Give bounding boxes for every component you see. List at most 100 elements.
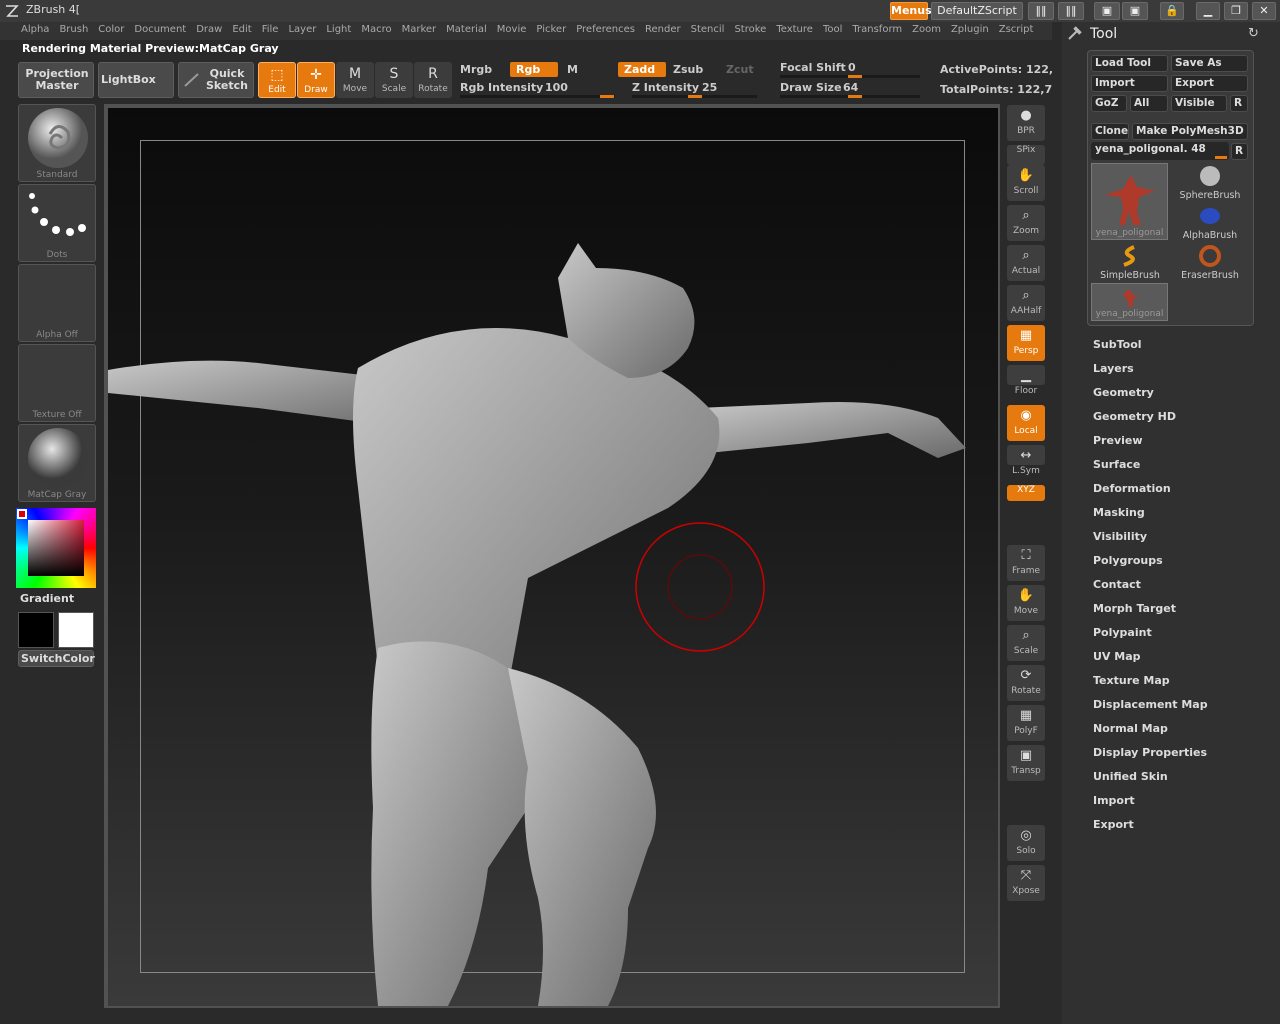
secondary-color-swatch[interactable]	[18, 612, 54, 648]
m-button[interactable]: M	[567, 63, 578, 76]
all-button[interactable]: All	[1130, 95, 1168, 112]
brush-selector[interactable]: Standard	[18, 104, 96, 182]
subpalette-import[interactable]: Import	[1093, 794, 1135, 807]
menu-macro[interactable]: Macro	[356, 22, 396, 40]
menu-marker[interactable]: Marker	[397, 22, 442, 40]
texture-selector[interactable]: Texture Off	[18, 344, 96, 422]
export-button[interactable]: Export	[1171, 75, 1248, 92]
menu-preferences[interactable]: Preferences	[571, 22, 640, 40]
default-zscript-button[interactable]: DefaultZScript	[931, 2, 1023, 20]
shelf-rotate-button[interactable]: ⟳ Rotate	[1007, 665, 1045, 701]
menu-layer[interactable]: Layer	[283, 22, 321, 40]
subpalette-unified-skin[interactable]: Unified Skin	[1093, 770, 1168, 783]
maximize-icon[interactable]: ❐	[1224, 2, 1248, 20]
creature-model-sculpt[interactable]	[108, 108, 998, 1006]
z-intensity-knob[interactable]	[688, 95, 702, 98]
alpha-selector[interactable]: Alpha Off	[18, 264, 96, 342]
menu-color[interactable]: Color	[93, 22, 129, 40]
document-canvas[interactable]	[108, 108, 998, 1006]
layout-right-icon[interactable]: ▣	[1122, 2, 1148, 20]
tool-r-button[interactable]: R	[1231, 143, 1248, 160]
eraser-brush-tool[interactable]: EraserBrush	[1172, 243, 1248, 281]
subpalette-polypaint[interactable]: Polypaint	[1093, 626, 1152, 639]
alpha-brush-tool[interactable]: AlphaBrush	[1172, 203, 1248, 241]
shelf-floor-button[interactable]: ▁ Floor	[1007, 365, 1045, 396]
zcut-button[interactable]: Zcut	[726, 63, 754, 76]
rgb-button[interactable]: Rgb	[510, 62, 558, 77]
menu-render[interactable]: Render	[640, 22, 686, 40]
make-polymesh-button[interactable]: Make PolyMesh3D	[1132, 123, 1248, 140]
draw-button[interactable]: ✛ Draw	[297, 62, 335, 98]
shelf-solo-button[interactable]: ◎ Solo	[1007, 825, 1045, 861]
menu-file[interactable]: File	[257, 22, 284, 40]
menu-tool[interactable]: Tool	[818, 22, 847, 40]
spacer-grip-icon[interactable]: ‖‖	[1028, 2, 1054, 20]
menu-movie[interactable]: Movie	[492, 22, 532, 40]
subpalette-layers[interactable]: Layers	[1093, 362, 1134, 375]
shelf-xpose-button[interactable]: ⤧ Xpose	[1007, 865, 1045, 901]
import-button[interactable]: Import	[1091, 75, 1168, 92]
layout-left-icon[interactable]: ▣	[1094, 2, 1120, 20]
menu-edit[interactable]: Edit	[227, 22, 256, 40]
zsub-button[interactable]: Zsub	[673, 63, 703, 76]
rgb-intensity-slider[interactable]	[460, 95, 615, 98]
subpalette-geometry[interactable]: Geometry	[1093, 386, 1154, 399]
close-icon[interactable]: ✕	[1252, 2, 1276, 20]
recent-tool-thumbnail[interactable]: yena_poligonal	[1091, 283, 1168, 321]
lock-icon[interactable]: 🔒	[1160, 2, 1184, 20]
edit-button[interactable]: ⬚ Edit	[258, 62, 296, 98]
menu-stroke[interactable]: Stroke	[729, 22, 771, 40]
scale-button[interactable]: S Scale	[375, 62, 413, 98]
rotate-button[interactable]: R Rotate	[414, 62, 452, 98]
shelf-l-sym-button[interactable]: ↔ L.Sym	[1007, 445, 1045, 476]
lightbox-button[interactable]: LightBox	[98, 62, 174, 98]
projection-master-button[interactable]: Projection Master	[18, 62, 94, 98]
save-as-button[interactable]: Save As	[1171, 55, 1248, 72]
menu-light[interactable]: Light	[321, 22, 356, 40]
menu-zscript[interactable]: Zscript	[994, 22, 1039, 40]
subpalette-visibility[interactable]: Visibility	[1093, 530, 1147, 543]
subpalette-geometry-hd[interactable]: Geometry HD	[1093, 410, 1176, 423]
subpalette-morph-target[interactable]: Morph Target	[1093, 602, 1176, 615]
subpalette-normal-map[interactable]: Normal Map	[1093, 722, 1168, 735]
menu-zplugin[interactable]: Zplugin	[946, 22, 994, 40]
shelf-actual-button[interactable]: ⌕ Actual	[1007, 245, 1045, 281]
current-tool-thumbnail[interactable]: yena_poligonal	[1091, 163, 1168, 240]
subpalette-texture-map[interactable]: Texture Map	[1093, 674, 1170, 687]
zadd-button[interactable]: Zadd	[618, 62, 666, 77]
menu-material[interactable]: Material	[441, 22, 492, 40]
material-selector[interactable]: MatCap Gray	[18, 424, 96, 502]
rgb-intensity-knob[interactable]	[600, 95, 614, 98]
shelf-xyz-button[interactable]: ⊕XYZ	[1007, 485, 1045, 501]
shelf-scroll-button[interactable]: ✋ Scroll	[1007, 165, 1045, 201]
simple-brush-tool[interactable]: SimpleBrush	[1092, 243, 1168, 281]
main-color-swatch[interactable]	[58, 612, 94, 648]
goz-r-button[interactable]: R	[1230, 95, 1248, 112]
color-picker[interactable]	[16, 508, 96, 588]
menu-document[interactable]: Document	[129, 22, 191, 40]
menu-picker[interactable]: Picker	[531, 22, 571, 40]
shelf-bpr-button[interactable]: ● BPR	[1007, 105, 1045, 141]
shelf-transp-button[interactable]: ▣ Transp	[1007, 745, 1045, 781]
subpalette-displacement-map[interactable]: Displacement Map	[1093, 698, 1208, 711]
mrgb-button[interactable]: Mrgb	[460, 63, 492, 76]
subpalette-export[interactable]: Export	[1093, 818, 1134, 831]
shelf-aahalf-button[interactable]: ⌕ AAHalf	[1007, 285, 1045, 321]
menu-draw[interactable]: Draw	[191, 22, 227, 40]
current-tool-slider[interactable]: yena_poligonal. 48	[1091, 142, 1229, 160]
shelf-polyf-button[interactable]: ▦ PolyF	[1007, 705, 1045, 741]
menu-texture[interactable]: Texture	[771, 22, 818, 40]
subpalette-preview[interactable]: Preview	[1093, 434, 1143, 447]
subpalette-surface[interactable]: Surface	[1093, 458, 1140, 471]
shelf-spix-button[interactable]: SPix	[1007, 145, 1045, 165]
switch-color-button[interactable]: SwitchColor	[18, 650, 95, 667]
subpalette-uv-map[interactable]: UV Map	[1093, 650, 1141, 663]
menu-stencil[interactable]: Stencil	[686, 22, 730, 40]
menu-brush[interactable]: Brush	[54, 22, 93, 40]
spacer-grip-icon-2[interactable]: ‖‖	[1058, 2, 1084, 20]
focal-shift-knob[interactable]	[848, 75, 862, 78]
shelf-scale-button[interactable]: ⌕ Scale	[1007, 625, 1045, 661]
goz-button[interactable]: GoZ	[1091, 95, 1127, 112]
visible-button[interactable]: Visible	[1171, 95, 1227, 112]
subpalette-subtool[interactable]: SubTool	[1093, 338, 1142, 351]
